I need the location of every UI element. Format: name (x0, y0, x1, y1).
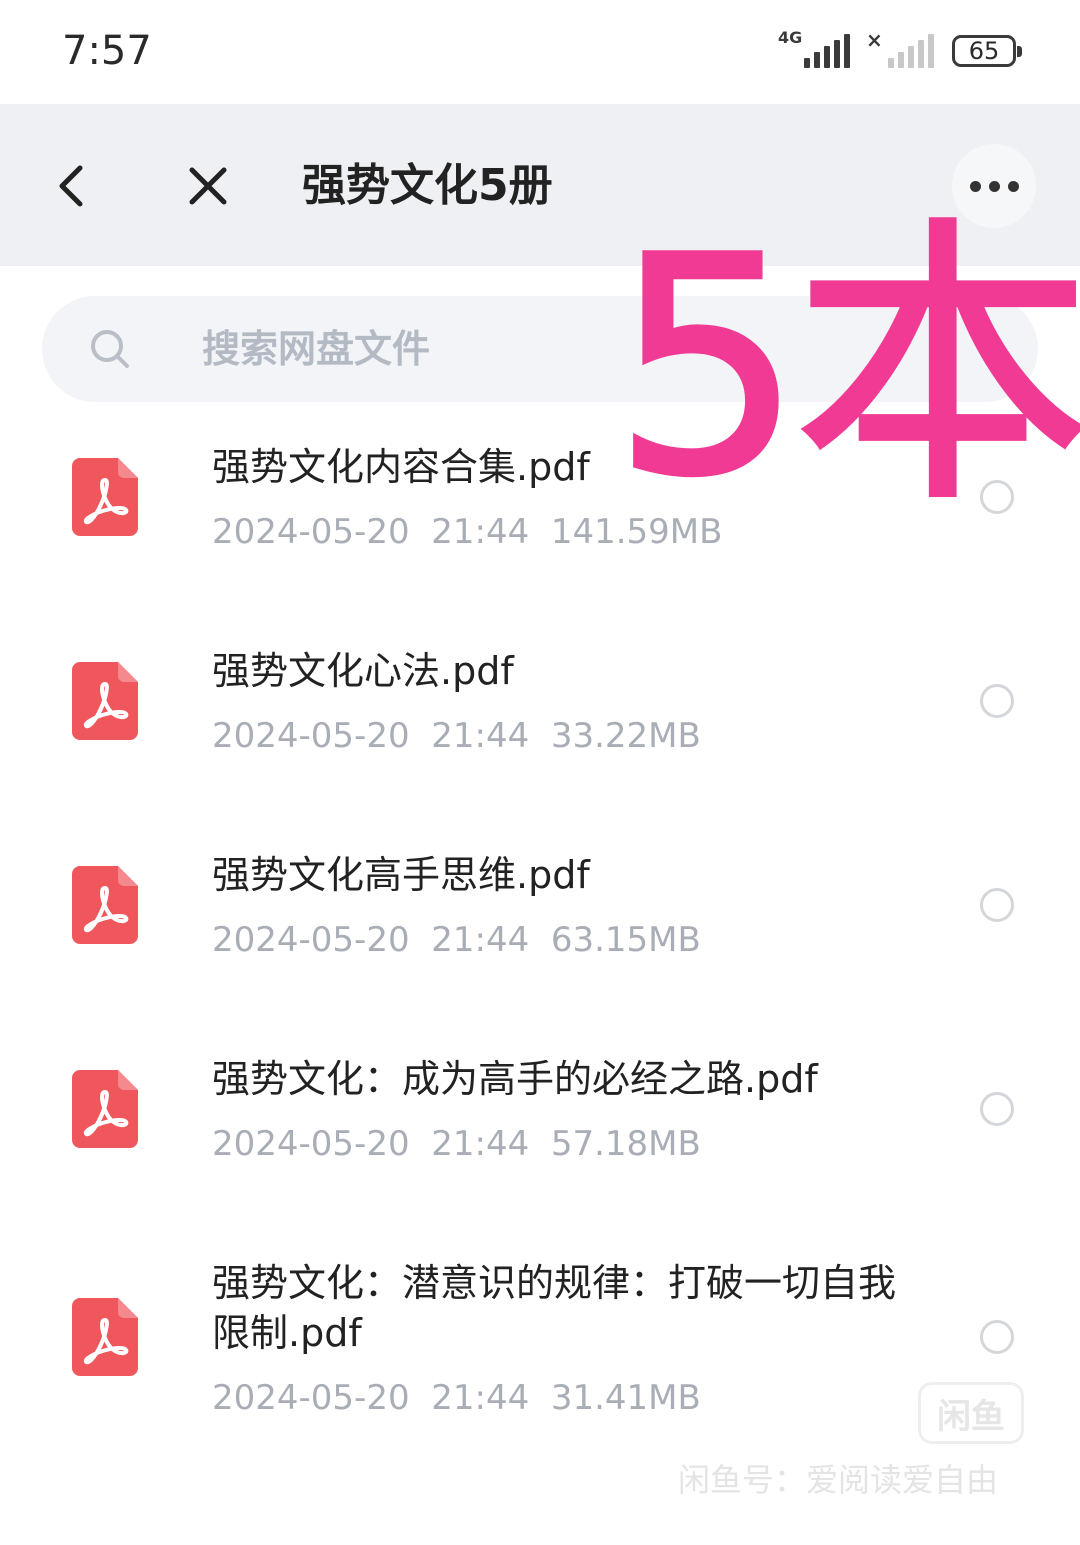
file-date: 2024-05-20 (212, 920, 410, 960)
file-time: 21:44 (431, 920, 530, 960)
pdf-file-icon (72, 1298, 138, 1376)
file-meta: 2024-05-20 21:44 63.15MB (212, 918, 701, 962)
pdf-file-icon (72, 662, 138, 740)
status-time: 7:57 (62, 28, 152, 74)
search-placeholder: 搜索网盘文件 (202, 327, 431, 371)
file-name: 强势文化高手思维.pdf (212, 853, 590, 897)
status-bar: 7:57 4G × 65 (0, 0, 1080, 104)
network-type-label: 4G (778, 28, 803, 47)
watermark-logo: 闲鱼 (918, 1382, 1024, 1444)
file-size: 63.15MB (550, 920, 701, 960)
file-row[interactable]: 强势文化心法.pdf 2024-05-20 21:44 33.22MB (0, 624, 1080, 814)
select-radio[interactable] (980, 1092, 1014, 1126)
file-row[interactable]: 强势文化高手思维.pdf 2024-05-20 21:44 63.15MB (0, 828, 1080, 1018)
file-date: 2024-05-20 (212, 1124, 410, 1164)
file-time: 21:44 (431, 512, 530, 552)
pdf-file-icon (72, 866, 138, 944)
overlay-annotation: 5本 (610, 193, 1080, 542)
more-dots-icon (969, 180, 981, 192)
file-time: 21:44 (431, 716, 530, 756)
cellular-signal-weak-icon: × (862, 28, 934, 68)
file-meta: 2024-05-20 21:44 31.41MB (212, 1376, 701, 1420)
file-meta: 2024-05-20 21:44 57.18MB (212, 1122, 701, 1166)
file-size: 33.22MB (550, 716, 701, 756)
file-date: 2024-05-20 (212, 1378, 410, 1418)
close-icon (189, 167, 227, 205)
file-meta: 2024-05-20 21:44 33.22MB (212, 714, 701, 758)
select-radio[interactable] (980, 684, 1014, 718)
file-name: 强势文化：潜意识的规律：打破一切自我限制.pdf (212, 1261, 897, 1355)
file-row[interactable]: 强势文化：潜意识的规律：打破一切自我限制.pdf 2024-05-20 21:4… (0, 1236, 1080, 1476)
file-time: 21:44 (431, 1124, 530, 1164)
page-title: 强势文化5册 (302, 160, 553, 211)
chevron-left-icon (59, 165, 83, 207)
back-button[interactable] (48, 156, 100, 216)
file-time: 21:44 (431, 1378, 530, 1418)
battery-level: 65 (968, 37, 1000, 65)
search-icon (91, 330, 129, 368)
watermark-text: 闲鱼号：爱阅读爱自由 (678, 1461, 999, 1499)
file-name: 强势文化心法.pdf (212, 649, 514, 693)
file-size: 57.18MB (550, 1124, 701, 1164)
close-button[interactable] (182, 160, 234, 212)
file-size: 31.41MB (550, 1378, 701, 1418)
pdf-file-icon (72, 458, 138, 536)
status-icons: 4G × 65 (778, 28, 1022, 68)
file-row[interactable]: 强势文化：成为高手的必经之路.pdf 2024-05-20 21:44 57.1… (0, 1032, 1080, 1222)
select-radio[interactable] (980, 888, 1014, 922)
file-date: 2024-05-20 (212, 716, 410, 756)
file-date: 2024-05-20 (212, 512, 410, 552)
battery-icon: 65 (952, 35, 1022, 67)
pdf-file-icon (72, 1070, 138, 1148)
cellular-signal-icon: 4G (778, 30, 850, 68)
file-name: 强势文化：成为高手的必经之路.pdf (212, 1057, 818, 1101)
select-radio[interactable] (980, 1320, 1014, 1354)
